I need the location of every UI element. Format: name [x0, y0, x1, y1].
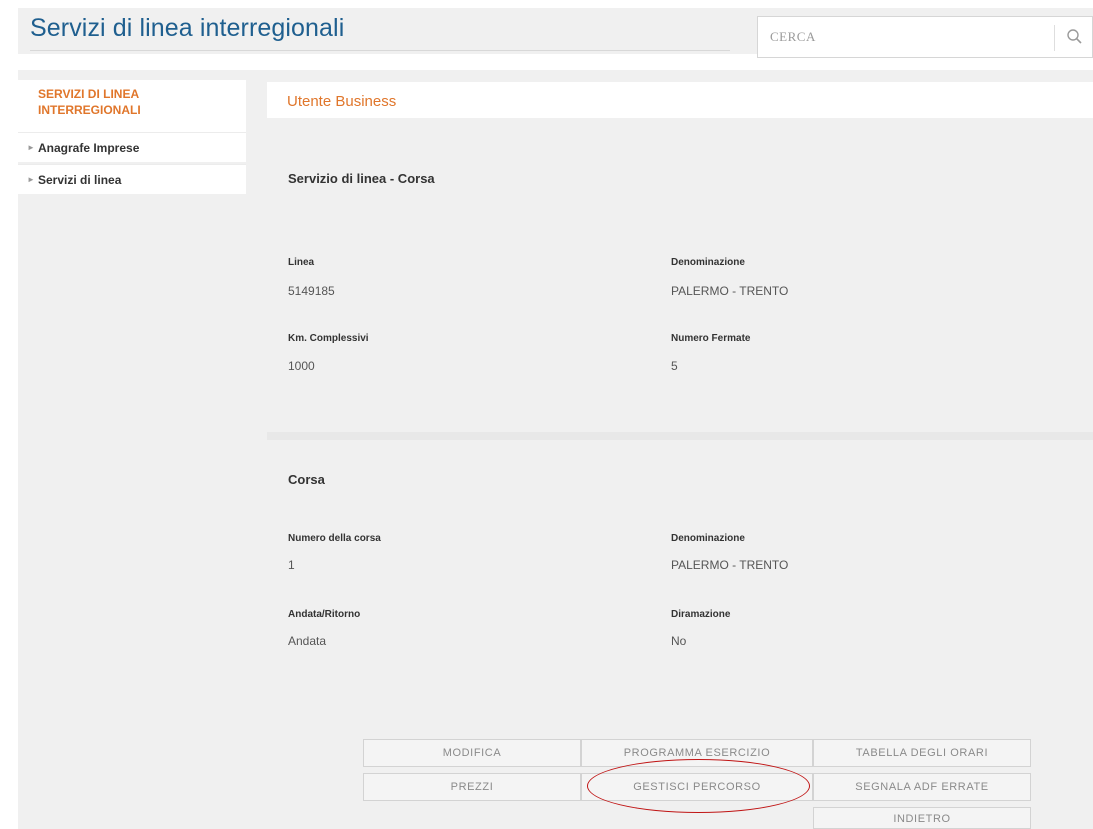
- bullet-icon: ►: [27, 143, 35, 152]
- fermate-label: Numero Fermate: [671, 333, 751, 344]
- section-title-corsa: Corsa: [288, 472, 325, 487]
- sidebar-header-label: SERVIZI DI LINEA INTERREGIONALI: [38, 87, 141, 117]
- linea-label: Linea: [288, 257, 315, 268]
- denominazione-value: PALERMO - TRENTO: [671, 284, 789, 298]
- modifica-button[interactable]: MODIFICA: [363, 739, 581, 767]
- fermate-value: 5: [671, 359, 678, 373]
- linea-value: 5149185: [288, 284, 335, 298]
- sidebar-item-anagrafe-imprese[interactable]: ► Anagrafe Imprese: [18, 132, 246, 162]
- search-icon[interactable]: [1065, 27, 1085, 47]
- title-underline: [30, 50, 730, 51]
- andata-ritorno-value: Andata: [288, 634, 327, 648]
- section-separator: [267, 432, 1093, 440]
- numero-corsa-value: 1: [288, 558, 295, 572]
- corsa-denominazione-label: Denominazione: [671, 533, 745, 544]
- prezzi-button[interactable]: PREZZI: [363, 773, 581, 801]
- denominazione-label: Denominazione: [671, 257, 745, 268]
- km-label: Km. Complessivi: [288, 333, 369, 344]
- gestisci-percorso-button[interactable]: GESTISCI PERCORSO: [581, 773, 813, 801]
- corsa-denominazione-value: PALERMO - TRENTO: [671, 558, 789, 572]
- search-box: [757, 16, 1093, 58]
- top-bar: Servizi di linea interregionali: [0, 0, 1093, 70]
- main-header: Utente Business: [267, 82, 1093, 118]
- sidebar-item-label: Anagrafe Imprese: [38, 141, 140, 155]
- diramazione-label: Diramazione: [671, 609, 731, 620]
- section-title-servizio: Servizio di linea - Corsa: [288, 171, 435, 186]
- search-input[interactable]: [770, 25, 1050, 49]
- tabella-orari-button[interactable]: TABELLA DEGLI ORARI: [813, 739, 1031, 767]
- km-value: 1000: [288, 359, 315, 373]
- numero-corsa-label: Numero della corsa: [288, 533, 381, 544]
- app-title: Servizi di linea interregionali: [30, 14, 345, 42]
- diramazione-value: No: [671, 634, 687, 648]
- andata-ritorno-label: Andata/Ritorno: [288, 609, 361, 620]
- sidebar-item-label: Servizi di linea: [38, 173, 122, 187]
- indietro-button[interactable]: INDIETRO: [813, 807, 1031, 829]
- sidebar-item-servizi-di-linea[interactable]: ► Servizi di linea: [18, 164, 246, 194]
- search-divider: [1054, 25, 1055, 51]
- user-role-label: Utente Business: [287, 93, 397, 110]
- bullet-icon: ►: [27, 175, 35, 184]
- programma-esercizio-button[interactable]: PROGRAMMA ESERCIZIO: [581, 739, 813, 767]
- sidebar-header[interactable]: SERVIZI DI LINEA INTERREGIONALI: [18, 80, 246, 132]
- segnala-adf-button[interactable]: SEGNALA ADF ERRATE: [813, 773, 1031, 801]
